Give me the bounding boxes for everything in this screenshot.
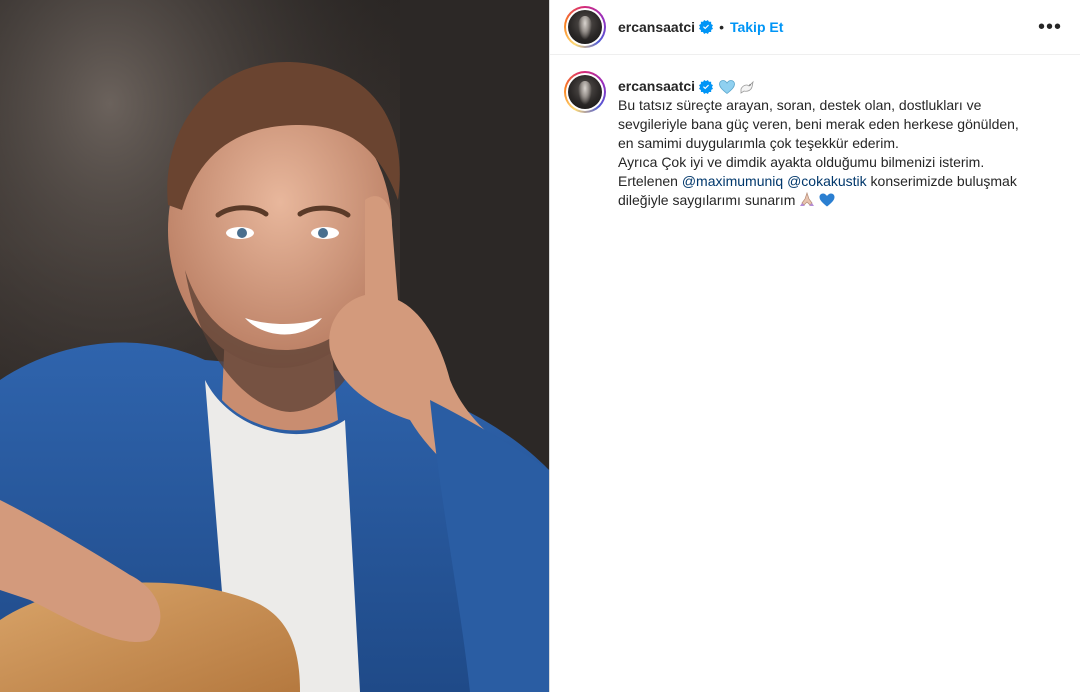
caption-line-5: Ertelenen @maximumuniq @cokakustik konse… bbox=[618, 172, 1038, 191]
caption-line-6-text: dileğiyle saygılarımı sunarım bbox=[618, 192, 796, 208]
verified-badge-icon bbox=[699, 20, 714, 34]
caption-user-row: ercansaatci bbox=[618, 77, 1038, 96]
mention-cokakustik[interactable]: @cokakustik bbox=[787, 173, 867, 189]
instagram-post: ercansaatci • Takip Et ••• ercansaatci B… bbox=[0, 0, 1080, 692]
more-options-icon[interactable]: ••• bbox=[1038, 17, 1062, 37]
caption-avatar[interactable] bbox=[564, 71, 606, 113]
header-username[interactable]: ercansaatci bbox=[618, 19, 695, 35]
caption-line-5-suffix: konserimizde buluşmak bbox=[870, 173, 1017, 189]
header-user-row: ercansaatci • Takip Et bbox=[618, 19, 783, 35]
dove-icon bbox=[740, 80, 754, 94]
caption-username[interactable]: ercansaatci bbox=[618, 77, 695, 96]
post-side-panel: ercansaatci • Takip Et ••• ercansaatci B… bbox=[550, 0, 1080, 692]
caption-line-1: Bu tatsız süreçte arayan, soran, destek … bbox=[618, 97, 982, 113]
avatar-ring bbox=[566, 73, 604, 111]
light-blue-heart-icon bbox=[719, 79, 735, 94]
follow-button[interactable]: Takip Et bbox=[730, 19, 783, 35]
avatar-ring bbox=[566, 8, 604, 46]
verified-badge-icon bbox=[699, 79, 714, 94]
caption-line-3: en samimi duygularımla çok teşekkür eder… bbox=[618, 135, 899, 151]
header-avatar[interactable] bbox=[564, 6, 606, 48]
caption-line-5-prefix: Ertelenen bbox=[618, 173, 678, 189]
caption-text: ercansaatci Bu tatsız süreçte arayan, so… bbox=[618, 71, 1038, 210]
post-header: ercansaatci • Takip Et ••• bbox=[550, 0, 1080, 55]
caption-line-2: sevgileriyle bana güç veren, beni merak … bbox=[618, 116, 1019, 132]
caption-line-6: dileğiyle saygılarımı sunarım bbox=[618, 191, 1038, 210]
praying-hands-icon bbox=[800, 191, 815, 206]
caption-row: ercansaatci Bu tatsız süreçte arayan, so… bbox=[550, 55, 1080, 210]
avatar-image bbox=[568, 10, 602, 44]
caption-line-4: Ayrıca Çok iyi ve dimdik ayakta olduğumu… bbox=[618, 154, 985, 170]
post-photo[interactable] bbox=[0, 0, 549, 692]
avatar-image bbox=[568, 75, 602, 109]
header-separator: • bbox=[719, 19, 724, 35]
portrait-illustration bbox=[0, 0, 549, 692]
blue-heart-icon bbox=[819, 193, 835, 207]
mention-maximumuniq[interactable]: @maximumuniq bbox=[682, 173, 783, 189]
